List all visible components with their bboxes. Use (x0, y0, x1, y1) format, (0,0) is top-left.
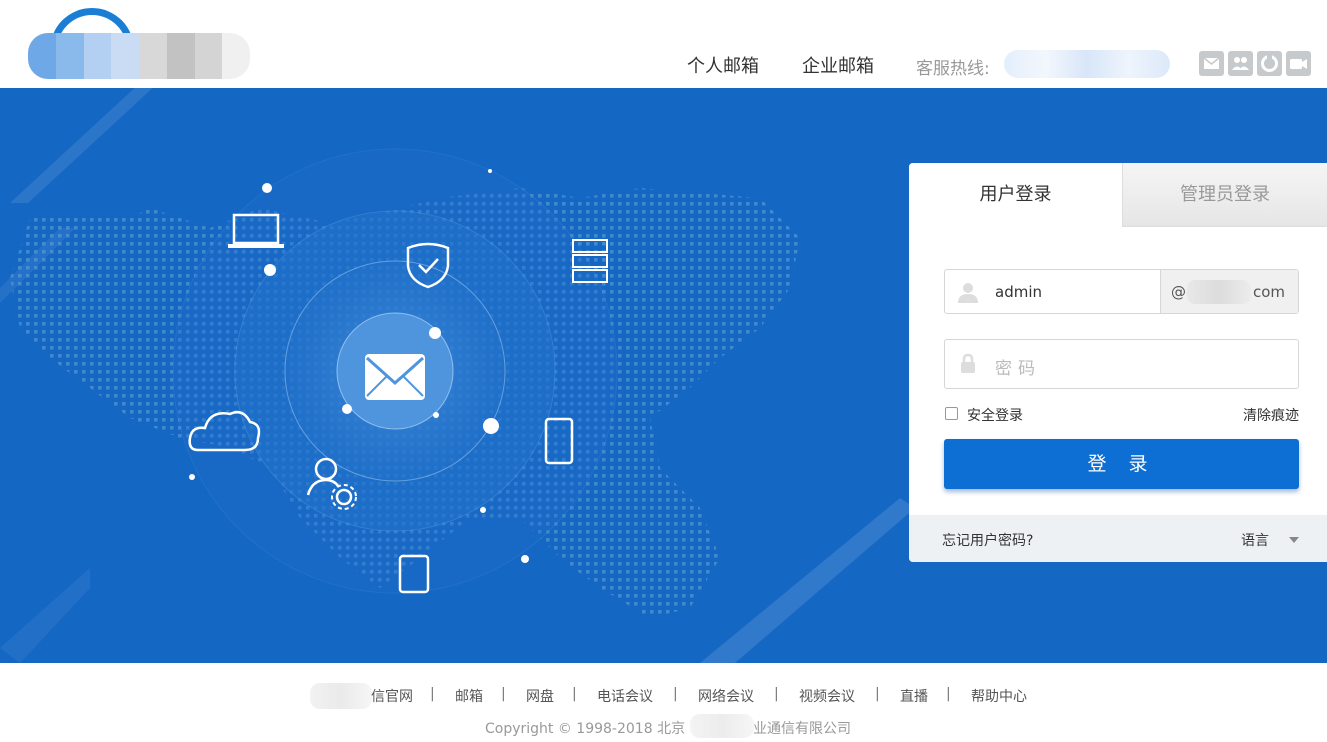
secure-login-label[interactable]: 安全登录 (967, 405, 1023, 425)
video-icon[interactable] (1286, 51, 1311, 76)
footer-links: 信官网 | 邮箱 | 网盘 | 电话会议 | 网络会议 | 视频会议 | 直播 … (0, 686, 1327, 706)
footer-separator: | (673, 686, 678, 702)
login-panel-footer: 忘记用户密码? 语言 (909, 515, 1327, 562)
secure-login-checkbox[interactable] (945, 407, 958, 420)
footer-separator: | (501, 686, 506, 702)
hotline-label: 客服热线: (916, 59, 990, 79)
footer-link-phone-conference[interactable]: 电话会议 (597, 686, 653, 706)
login-button[interactable]: 登 录 (944, 439, 1299, 489)
domain-at: @ (1171, 283, 1186, 301)
envelope-icon (365, 354, 425, 400)
footer-separator: | (946, 686, 951, 702)
login-panel: 用户登录 管理员登录 admin @ com 密码 安全登录 清除痕迹 登 录 … (909, 163, 1327, 562)
password-field[interactable]: 密码 (944, 339, 1299, 389)
hotline-number-redacted (1004, 50, 1170, 78)
footer-link-drive[interactable]: 网盘 (526, 686, 554, 706)
footer-separator: | (774, 686, 779, 702)
user-icon (958, 283, 978, 303)
domain-tld: com (1253, 283, 1286, 301)
footer-separator: | (875, 686, 880, 702)
footer-link-live[interactable]: 直播 (900, 686, 928, 706)
footer-separator: | (430, 686, 435, 702)
footer-link-video-conference[interactable]: 视频会议 (799, 686, 855, 706)
domain-redacted (1187, 280, 1251, 304)
footer-link-mail[interactable]: 邮箱 (455, 686, 483, 706)
logo[interactable] (28, 8, 250, 80)
mail-icon[interactable] (1199, 51, 1224, 76)
lock-icon (961, 353, 975, 373)
nav-enterprise-mail[interactable]: 企业邮箱 (802, 52, 874, 78)
chevron-down-icon[interactable] (1289, 537, 1299, 543)
username-field[interactable]: admin @ com (944, 269, 1299, 314)
password-input[interactable]: 密码 (995, 354, 1041, 379)
copyright-company: 业通信有限公司 (753, 721, 851, 737)
footer-separator: | (572, 686, 577, 702)
footer-link-web-conference[interactable]: 网络会议 (698, 686, 754, 706)
username-input[interactable]: admin (995, 283, 1042, 301)
clear-traces-link[interactable]: 清除痕迹 (1243, 405, 1299, 425)
footer-link-help-center[interactable]: 帮助中心 (971, 686, 1027, 706)
tab-user-login[interactable]: 用户登录 (909, 163, 1122, 227)
contacts-icon[interactable] (1228, 51, 1253, 76)
sync-icon[interactable] (1257, 51, 1282, 76)
logo-redacted (28, 33, 250, 79)
domain-suffix: @ com (1160, 270, 1298, 313)
copyright-text: Copyright © 1998-2018 北京 (485, 721, 686, 737)
nav-personal-mail[interactable]: 个人邮箱 (687, 52, 759, 78)
tab-admin-login[interactable]: 管理员登录 (1122, 163, 1327, 227)
forgot-password-link[interactable]: 忘记用户密码? (942, 530, 1033, 550)
copyright-redacted (690, 714, 754, 738)
header: 个人邮箱 企业邮箱 客服热线: (0, 0, 1327, 88)
language-selector[interactable]: 语言 (1241, 530, 1269, 550)
footer-link-official-site[interactable]: 信官网 (371, 686, 413, 706)
